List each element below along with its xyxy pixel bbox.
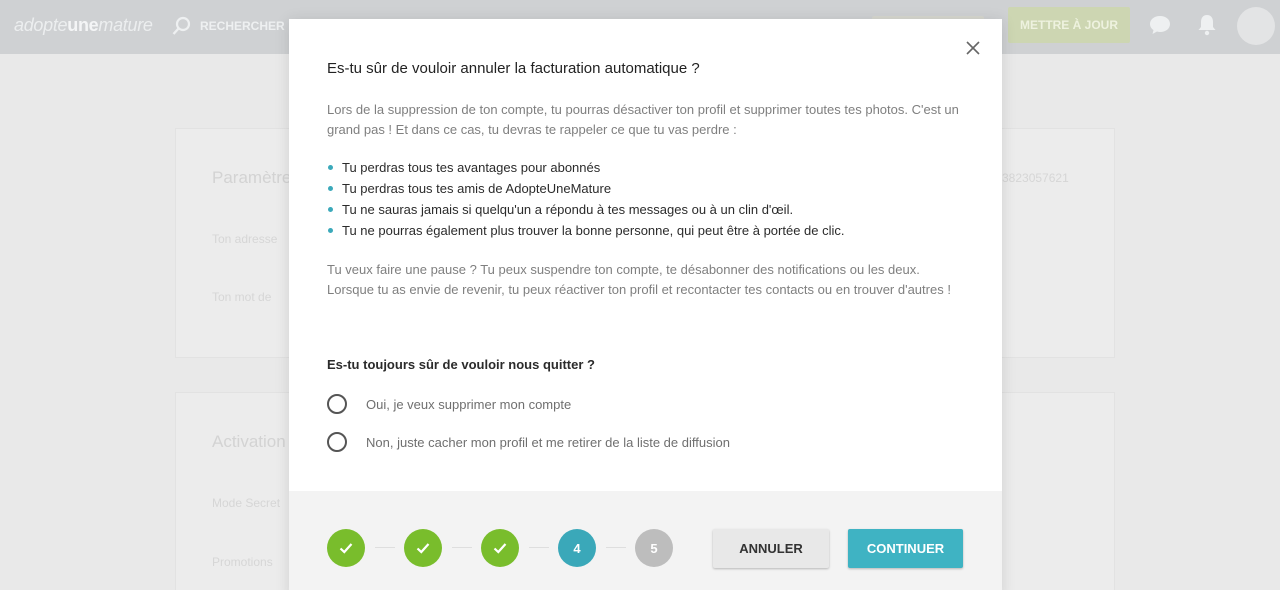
account-id: 3823057621	[1002, 171, 1069, 185]
modal-footer: 4 5 ANNULER CONTINUER	[289, 491, 1002, 590]
avatar[interactable]	[1237, 7, 1275, 45]
check-icon	[416, 543, 430, 554]
close-icon[interactable]	[964, 39, 982, 57]
modal-title: Es-tu sûr de vouloir annuler la facturat…	[327, 60, 700, 77]
check-icon	[339, 543, 353, 554]
cancel-button[interactable]: ANNULER	[713, 529, 829, 568]
secret-mode-label: Mode Secret	[212, 496, 281, 510]
check-icon	[493, 543, 507, 554]
list-item: Tu ne pourras également plus trouver la …	[327, 220, 845, 241]
step-connector	[452, 547, 472, 548]
option-delete-label: Oui, je veux supprimer mon compte	[366, 396, 572, 412]
nav-search-label: RECHERCHER	[200, 19, 285, 33]
search-icon	[172, 16, 191, 35]
intro-text: Lors de la suppression de ton compte, tu…	[327, 102, 959, 137]
settings-card-title: Paramètre	[212, 168, 292, 187]
list-item: Tu ne sauras jamais si quelqu'un a répon…	[327, 199, 845, 220]
confirm-question: Es-tu toujours sûr de vouloir nous quitt…	[327, 357, 595, 372]
promotions-label: Promotions	[212, 555, 273, 569]
chat-icon[interactable]	[1149, 15, 1171, 35]
list-item: Tu perdras tous tes avantages pour abonn…	[327, 157, 845, 178]
settings-email-label: Ton adresse	[212, 232, 278, 246]
site-logo[interactable]: adopteunemature	[14, 15, 153, 36]
bell-icon[interactable]	[1197, 14, 1217, 36]
upgrade-button[interactable]: METTRE À JOUR	[1008, 7, 1130, 43]
step-4-current: 4	[558, 529, 596, 567]
step-3-done	[481, 529, 519, 567]
loss-list: Tu perdras tous tes avantages pour abonn…	[327, 157, 845, 241]
cancel-billing-modal: Es-tu sûr de vouloir annuler la facturat…	[289, 19, 1002, 590]
option-hide-label: Non, juste cacher mon profil et me retir…	[366, 434, 730, 450]
option-delete-account[interactable]: Oui, je veux supprimer mon compte	[327, 394, 571, 414]
step-2-done	[404, 529, 442, 567]
nav-search-link[interactable]: RECHERCHER	[172, 16, 285, 36]
pause-text: Tu veux faire une pause ? Tu peux suspen…	[327, 262, 951, 297]
list-item: Tu perdras tous tes amis de AdopteUneMat…	[327, 178, 845, 199]
radio-hide-profile[interactable]	[327, 432, 347, 452]
radio-delete-account[interactable]	[327, 394, 347, 414]
step-5-todo: 5	[635, 529, 673, 567]
continue-button[interactable]: CONTINUER	[848, 529, 963, 568]
settings-password-label: Ton mot de	[212, 290, 272, 304]
activation-card-title: Activation	[212, 432, 286, 451]
step-connector	[529, 547, 549, 548]
option-hide-profile[interactable]: Non, juste cacher mon profil et me retir…	[327, 432, 730, 452]
step-1-done	[327, 529, 365, 567]
step-connector	[606, 547, 626, 548]
step-connector	[375, 547, 395, 548]
